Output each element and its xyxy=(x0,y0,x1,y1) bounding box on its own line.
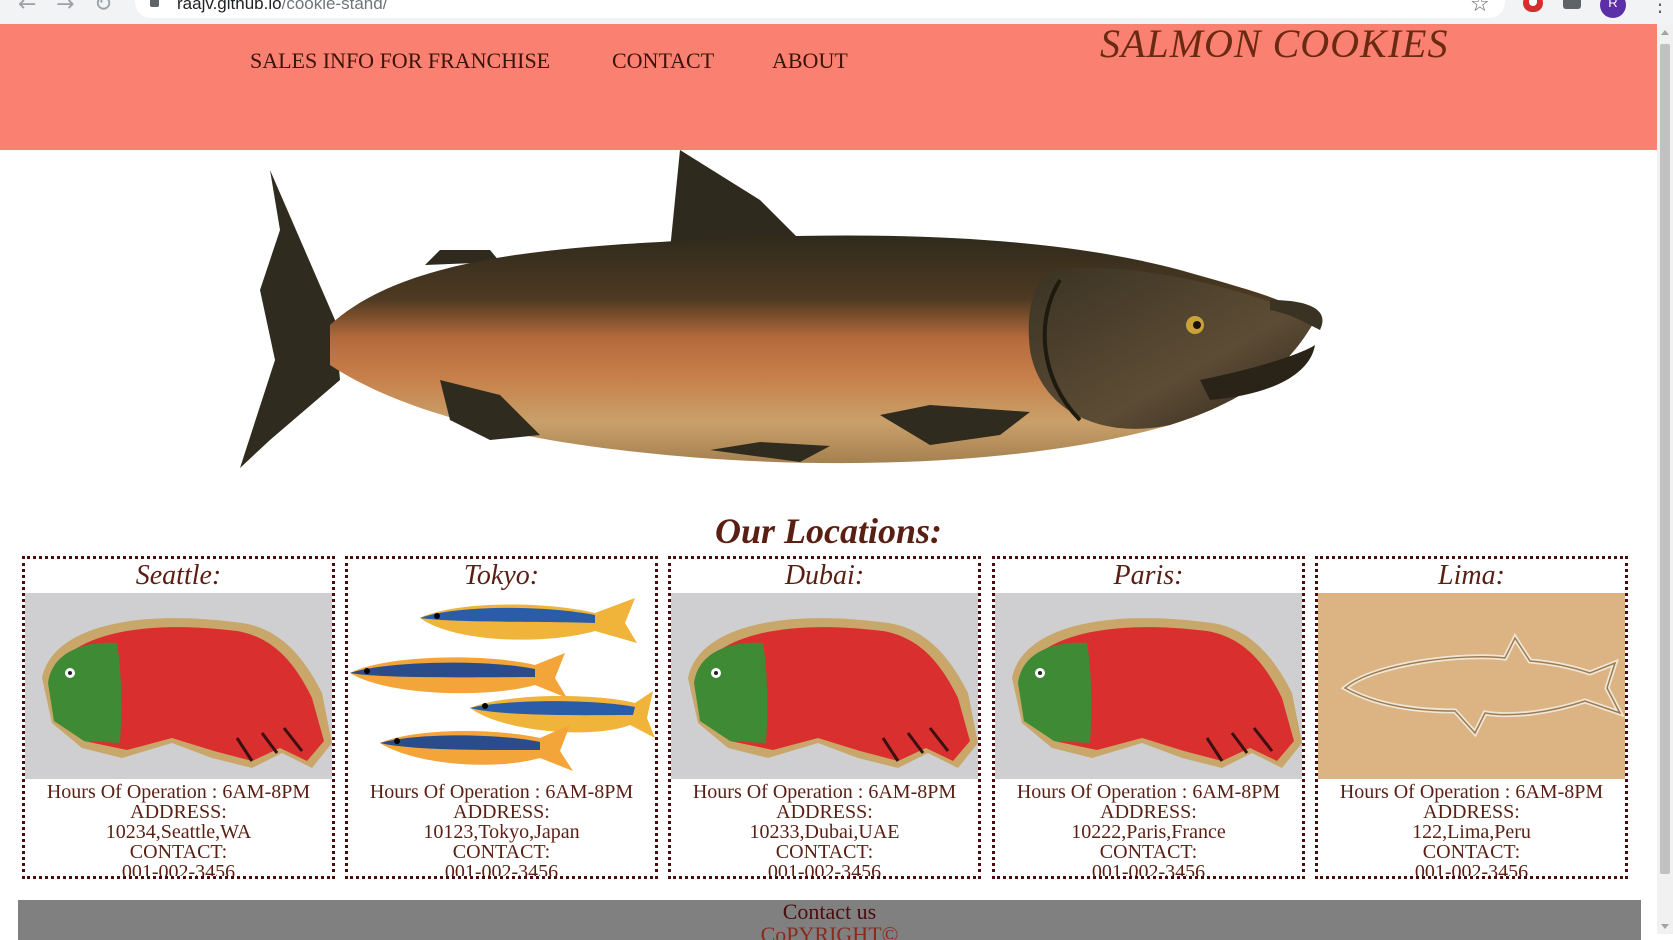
city-name: Seattle: xyxy=(135,560,222,591)
bookmark-star-icon[interactable]: ☆ xyxy=(1470,0,1490,17)
store-info: Hours Of Operation : 6AM-8PM ADDRESS: 10… xyxy=(348,781,655,879)
store-address: 10123,Tokyo,Japan xyxy=(423,821,580,843)
location-card-paris: Paris: Hours Of Operation : 6AM-8PM ADDR… xyxy=(992,556,1305,879)
url-path: /cookie-stand/ xyxy=(281,0,388,13)
profile-avatar[interactable]: R xyxy=(1600,0,1626,18)
footer-copyright: CoPYRIGHT© xyxy=(760,922,899,940)
scroll-up-arrow-icon[interactable] xyxy=(1661,30,1669,35)
city-name: Lima: xyxy=(1438,560,1505,591)
store-phone: 001-002-3456 xyxy=(1091,861,1206,879)
scroll-down-arrow-icon[interactable] xyxy=(1661,924,1669,929)
painted-fish-image xyxy=(348,593,655,779)
city-name: Tokyo: xyxy=(463,560,540,591)
page-scrollbar[interactable] xyxy=(1657,24,1673,934)
store-address: 122,Lima,Peru xyxy=(1412,821,1531,843)
store-hours: Hours Of Operation : 6AM-8PM xyxy=(46,781,311,803)
address-label: ADDRESS: xyxy=(453,801,550,823)
opera-extension-icon[interactable] xyxy=(1523,0,1543,12)
scrollbar-thumb[interactable] xyxy=(1660,44,1670,874)
store-address: 10233,Dubai,UAE xyxy=(749,821,900,843)
nav-contact[interactable]: CONTACT xyxy=(612,48,714,74)
contact-label: CONTACT: xyxy=(1099,841,1198,863)
reload-icon[interactable]: ↻ xyxy=(94,0,112,17)
salmon-cookie-image xyxy=(995,593,1302,779)
kebab-menu-icon[interactable]: ⋮ xyxy=(1650,0,1670,16)
store-phone: 001-002-3456 xyxy=(444,861,559,879)
city-name: Dubai: xyxy=(784,560,865,591)
city-name: Paris: xyxy=(1113,560,1184,591)
store-info: Hours Of Operation : 6AM-8PM ADDRESS: 10… xyxy=(671,781,978,879)
store-address: 10234,Seattle,WA xyxy=(105,821,252,843)
url-text[interactable]: raajv.github.io/cookie-stand/ xyxy=(177,0,387,14)
store-info: Hours Of Operation : 6AM-8PM ADDRESS: 10… xyxy=(995,781,1302,879)
store-phone: 001-002-3456 xyxy=(1414,861,1529,879)
store-hours: Hours Of Operation : 6AM-8PM xyxy=(1339,781,1604,803)
site-footer: Contact us CoPYRIGHT© xyxy=(18,900,1641,940)
address-label: ADDRESS: xyxy=(1100,801,1197,823)
nav-about[interactable]: ABOUT xyxy=(772,48,848,74)
nav-sales-info[interactable]: SALES INFO FOR FRANCHISE xyxy=(250,48,550,74)
contact-label: CONTACT: xyxy=(129,841,228,863)
puzzle-extension-icon[interactable] xyxy=(1563,0,1581,9)
address-label: ADDRESS: xyxy=(130,801,227,823)
location-card-dubai: Dubai: Hours Of Operation : 6AM-8PM ADDR… xyxy=(668,556,981,879)
location-card-seattle: Seattle: Hours Of Operation : 6AM-8PM AD… xyxy=(22,556,335,879)
salmon-cookie-image xyxy=(25,593,332,779)
salmon-cookie-image xyxy=(671,593,978,779)
site-header: SALES INFO FOR FRANCHISE CONTACT ABOUT S… xyxy=(0,21,1657,150)
back-arrow-icon[interactable]: ← xyxy=(18,0,36,17)
store-info: Hours Of Operation : 6AM-8PM ADDRESS: 12… xyxy=(1318,781,1625,879)
forward-arrow-icon[interactable]: → xyxy=(56,0,74,17)
footer-contact-link[interactable]: Contact us xyxy=(18,900,1641,924)
store-hours: Hours Of Operation : 6AM-8PM xyxy=(369,781,634,803)
contact-label: CONTACT: xyxy=(775,841,874,863)
cookie-cutter-image xyxy=(1318,593,1625,779)
site-brand-title: SALMON COOKIES xyxy=(1100,21,1449,66)
address-label: ADDRESS: xyxy=(1423,801,1520,823)
lock-icon[interactable] xyxy=(150,0,159,7)
store-phone: 001-002-3456 xyxy=(767,861,882,879)
store-hours: Hours Of Operation : 6AM-8PM xyxy=(692,781,957,803)
location-card-tokyo: Tokyo: Hours Of Operation : 6AM-8PM ADDR… xyxy=(345,556,658,879)
hero-salmon-image xyxy=(240,150,1323,468)
store-info: Hours Of Operation : 6AM-8PM ADDRESS: 10… xyxy=(25,781,332,879)
url-host: raajv.github.io xyxy=(177,0,282,13)
store-hours: Hours Of Operation : 6AM-8PM xyxy=(1016,781,1281,803)
store-address: 10222,Paris,France xyxy=(1071,821,1226,843)
store-phone: 001-002-3456 xyxy=(121,861,236,879)
locations-heading: Our Locations: xyxy=(714,511,943,551)
contact-label: CONTACT: xyxy=(452,841,551,863)
location-card-lima: Lima: Hours Of Operation : 6AM-8PM ADDRE… xyxy=(1315,556,1628,879)
address-label: ADDRESS: xyxy=(776,801,873,823)
contact-label: CONTACT: xyxy=(1422,841,1521,863)
